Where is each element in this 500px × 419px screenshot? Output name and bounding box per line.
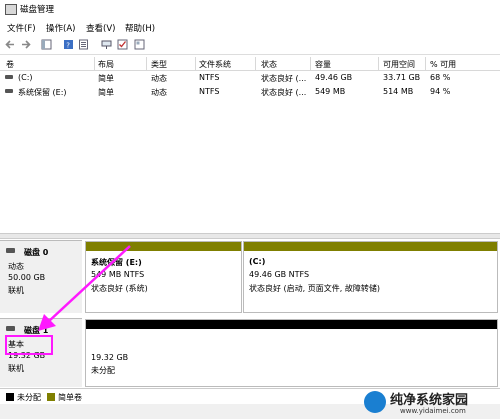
annotation-arrow [38, 245, 131, 331]
watermark: 纯净系统家园 www.yidaimei.com [362, 388, 492, 419]
annotation-highlight-box [5, 335, 53, 355]
watermark-text: 纯净系统家园 [390, 393, 469, 408]
watermark-url: www.yidaimei.com [400, 407, 466, 415]
watermark-logo-icon [364, 391, 386, 413]
